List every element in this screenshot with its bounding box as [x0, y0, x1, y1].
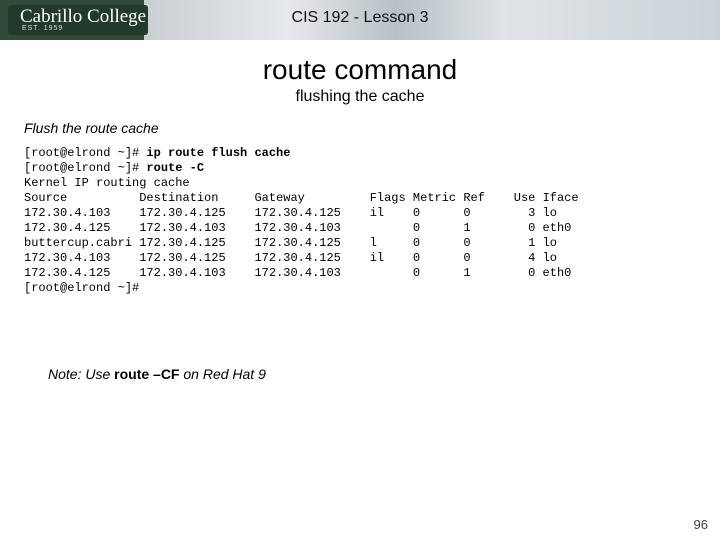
slide-subheading: flushing the cache: [18, 88, 702, 106]
cell: 0: [528, 221, 535, 235]
note-command: route –CF: [114, 366, 179, 382]
cell: 172.30.4.103: [139, 266, 225, 280]
cell: 172.30.4.125: [254, 236, 340, 250]
cell: 172.30.4.103: [254, 221, 340, 235]
output-line: Kernel IP routing cache: [24, 176, 190, 190]
note-lead: Note: Use: [48, 366, 114, 382]
cell: 1: [463, 266, 470, 280]
cell: eth0: [543, 221, 572, 235]
cell: 172.30.4.103: [24, 251, 110, 265]
page-number: 96: [694, 517, 708, 532]
cell: 0: [413, 236, 420, 250]
cell: lo: [543, 251, 557, 265]
cell: 172.30.4.103: [139, 221, 225, 235]
footnote: Note: Use route –CF on Red Hat 9: [48, 366, 702, 382]
terminal-output: [root@elrond ~]# ip route flush cache [r…: [24, 146, 702, 296]
cell: il: [370, 206, 384, 220]
cell: 172.30.4.125: [254, 206, 340, 220]
prompt: [root@elrond ~]#: [24, 161, 146, 175]
cell: 0: [463, 236, 470, 250]
prompt: [root@elrond ~]#: [24, 146, 146, 160]
col-destination: Destination: [139, 191, 218, 205]
cell: 172.30.4.103: [254, 266, 340, 280]
cell: 172.30.4.125: [139, 236, 225, 250]
col-iface: Iface: [543, 191, 579, 205]
cell: 172.30.4.125: [139, 206, 225, 220]
cell: 3: [528, 206, 535, 220]
cell: eth0: [543, 266, 572, 280]
cell: 0: [413, 221, 420, 235]
cell: il: [370, 251, 384, 265]
slide-banner: Cabrillo College EST. 1959 CIS 192 - Les…: [0, 0, 720, 40]
command: ip route flush cache: [146, 146, 290, 160]
cell: 0: [528, 266, 535, 280]
cell: lo: [543, 236, 557, 250]
command: route -C: [146, 161, 204, 175]
cell: 172.30.4.125: [24, 266, 110, 280]
cell: 0: [413, 251, 420, 265]
col-gateway: Gateway: [254, 191, 304, 205]
col-metric: Metric: [413, 191, 456, 205]
cell: 0: [463, 251, 470, 265]
cell: 172.30.4.125: [254, 251, 340, 265]
cell: 4: [528, 251, 535, 265]
prompt: [root@elrond ~]#: [24, 281, 139, 295]
col-use: Use: [514, 191, 536, 205]
cell: 0: [463, 206, 470, 220]
col-ref: Ref: [463, 191, 485, 205]
cell: lo: [543, 206, 557, 220]
section-label: Flush the route cache: [24, 120, 702, 136]
cell: l: [370, 236, 377, 250]
slide-heading: route command: [18, 54, 702, 86]
cell: 172.30.4.125: [139, 251, 225, 265]
cell: 0: [413, 266, 420, 280]
cell: 1: [463, 221, 470, 235]
note-tail: on Red Hat 9: [179, 366, 265, 382]
cell: 172.30.4.125: [24, 221, 110, 235]
banner-title: CIS 192 - Lesson 3: [0, 9, 720, 27]
slide-body: route command flushing the cache Flush t…: [0, 40, 720, 382]
cell: 1: [528, 236, 535, 250]
cell: buttercup.cabri: [24, 236, 132, 250]
col-source: Source: [24, 191, 67, 205]
cell: 0: [413, 206, 420, 220]
cell: 172.30.4.103: [24, 206, 110, 220]
col-flags: Flags: [370, 191, 406, 205]
